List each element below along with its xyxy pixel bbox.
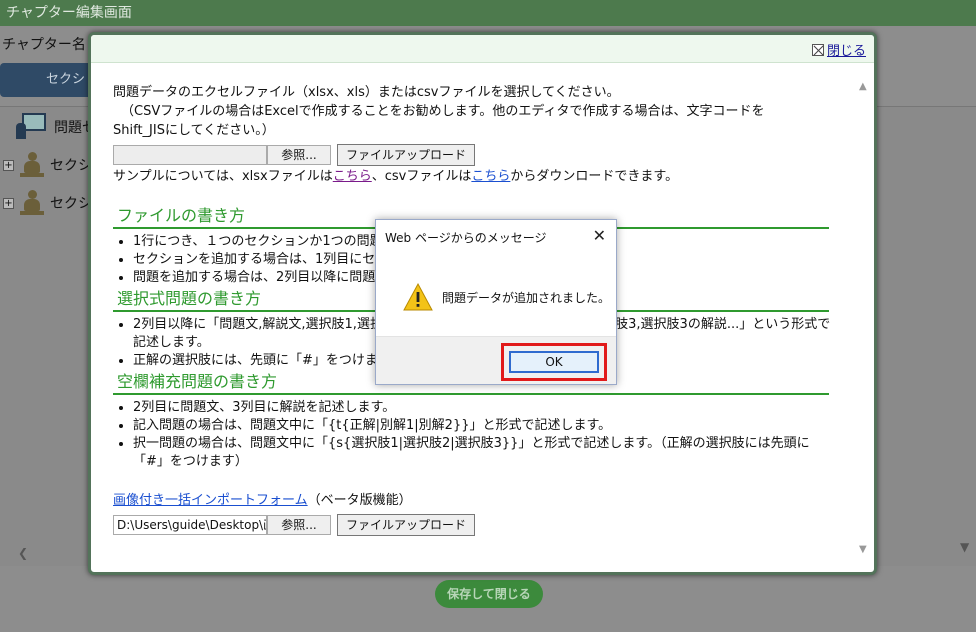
expand-plus-icon[interactable]: + (3, 159, 14, 171)
image-file-upload-button[interactable]: ファイルアップロード (337, 514, 476, 536)
scroll-down-icon[interactable]: ▼ (960, 540, 969, 554)
ok-button[interactable]: OK (509, 351, 599, 373)
modal-scrollbar[interactable]: ▲ ▼ (858, 75, 872, 555)
scroll-left-icon[interactable]: ❮ (18, 546, 28, 560)
image-import-link[interactable]: 画像付き一括インポートフォーム (113, 493, 308, 508)
tree-item-section-2[interactable]: + セクシ (3, 190, 92, 216)
intro-text-1: 問題データのエクセルファイル（xlsx、xls）またはcsvファイルを選択してく… (113, 85, 620, 100)
warning-icon (402, 282, 434, 312)
alert-message: 問題データが追加されました。 (442, 290, 611, 305)
file-path-field[interactable] (113, 145, 267, 165)
lecture-board-icon (16, 113, 48, 141)
chapter-name-label: チャプター名 (2, 37, 86, 53)
tree-item-section-1[interactable]: + セクシ (3, 152, 92, 178)
alert-dialog: Web ページからのメッセージ ✕ 問題データが追加されました。 OK (375, 219, 617, 385)
alert-content: 問題データが追加されました。 (376, 258, 616, 336)
student-desk-icon (18, 152, 46, 178)
tree-item-label: セクシ (50, 196, 92, 212)
browse-button[interactable]: 参照... (267, 145, 331, 165)
save-and-close-button[interactable]: 保存して閉じる (435, 580, 543, 608)
sample-prefix: サンプルについては、xlsxファイルは (113, 169, 333, 184)
list-item: 択一問題の場合は、問題文中に「{s{選択肢1|選択肢2|選択肢3}}」と形式で記… (133, 435, 833, 471)
list-item: 記入問題の場合は、問題文中に「{t{正解|別解1|別解2}}」と形式で記述します… (133, 417, 833, 435)
sample-mid: 、csvファイルは (371, 169, 472, 184)
window-titlebar: チャプター編集画面 (0, 0, 976, 26)
alert-footer: OK (376, 336, 616, 384)
tree-item-label: セクシ (50, 158, 92, 174)
modal-header: 閉じる (91, 35, 874, 63)
window-title: チャプター編集画面 (6, 5, 132, 21)
student-desk-icon (18, 190, 46, 216)
beta-note: （ベータ版機能） (307, 493, 412, 508)
expand-plus-icon[interactable]: + (3, 197, 14, 209)
alert-close-icon[interactable]: ✕ (593, 226, 606, 245)
list-item: 2列目に問題文、3列目に解説を記述します。 (133, 399, 833, 417)
image-browse-button[interactable]: 参照... (267, 515, 331, 535)
fill-in-blank-rules: 2列目に問題文、3列目に解説を記述します。 記入問題の場合は、問題文中に「{t{… (113, 399, 833, 471)
image-file-path-field[interactable]: D:\Users\guide\Desktop\画 (113, 515, 267, 535)
intro-text-3: Shift_JISにしてください。） (113, 123, 275, 138)
alert-title: Web ページからのメッセージ (385, 231, 547, 245)
sample-csv-link[interactable]: こちら (471, 169, 510, 184)
tree-item-question-set[interactable]: 問題セ (16, 113, 96, 141)
section-tab[interactable]: セクシ (0, 63, 96, 97)
scroll-up-icon[interactable]: ▲ (859, 81, 867, 92)
sample-xlsx-link[interactable]: こちら (333, 169, 372, 184)
image-file-upload-row: D:\Users\guide\Desktop\画 参照... ファイルアップロー… (113, 514, 833, 536)
intro-text-2: （CSVファイルの場合はExcelで作成することをお勧めします。他のエディタで作… (121, 104, 765, 119)
close-label[interactable]: 閉じる (827, 40, 866, 59)
close-button[interactable]: 閉じる (811, 40, 866, 59)
sample-text: サンプルについては、xlsxファイルはこちら、csvファイルはこちらからダウンロ… (113, 167, 833, 186)
file-upload-button[interactable]: ファイルアップロード (337, 144, 476, 166)
close-icon[interactable] (811, 43, 824, 56)
scroll-down-icon[interactable]: ▼ (859, 544, 867, 555)
sample-suffix: からダウンロードできます。 (510, 169, 679, 184)
image-import-row: 画像付き一括インポートフォーム（ベータ版機能） (113, 491, 833, 510)
ok-button-highlight: OK (501, 343, 607, 381)
file-upload-row: 参照... ファイルアップロード (113, 144, 833, 166)
